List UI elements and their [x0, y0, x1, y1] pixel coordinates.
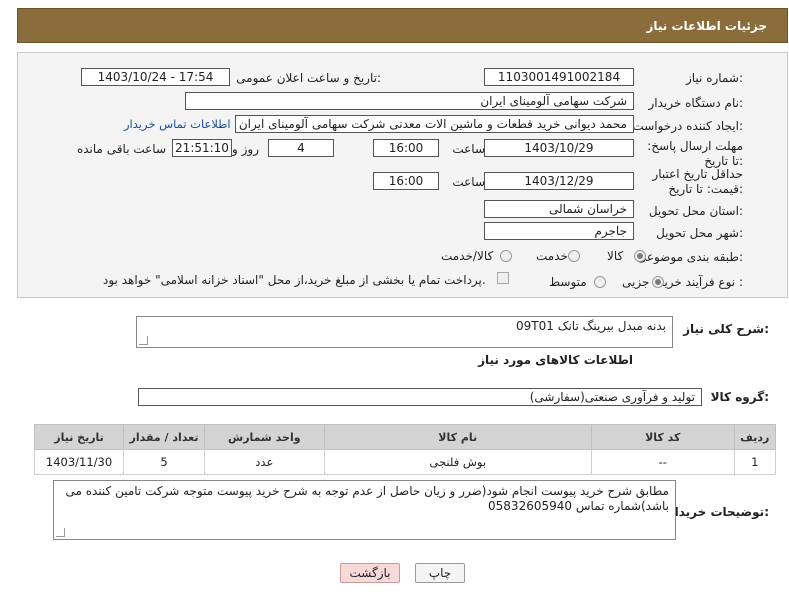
buyer-org-field: شرکت سهامی آلومینای ایران	[185, 92, 634, 110]
buyer-notes-textarea[interactable]: مطابق شرح خرید پیوست انجام شود(ضرر و زیا…	[53, 480, 676, 540]
remaining-label: ساعت باقی مانده	[76, 142, 166, 156]
days-field: 4	[268, 139, 334, 157]
goods-group-field: تولید و فرآوری صنعتی(سفارشی)	[138, 388, 702, 406]
buyer-notes-text: مطابق شرح خرید پیوست انجام شود(ضرر و زیا…	[65, 484, 669, 513]
need-number-label: شماره نیاز:	[685, 71, 743, 85]
description-textarea[interactable]: بدنه مبدل بیرینگ تانک 09T01	[136, 316, 673, 348]
province-label: استان محل تحویل:	[648, 204, 743, 218]
province-field: خراسان شمالی	[484, 200, 634, 218]
announce-field: 1403/10/24 - 17:54	[81, 68, 230, 86]
city-field: جاجرم	[484, 222, 634, 240]
category-option-goods: کالا	[607, 249, 624, 263]
category-label: طبقه بندی موضوعی:	[636, 250, 743, 264]
col-header-date: تاریخ نیاز	[33, 424, 125, 450]
back-button[interactable]: بازگشت	[340, 563, 400, 583]
goods-table: تاریخ نیاز تعداد / مقدار واحد شمارش نام …	[33, 424, 777, 475]
table-row: 1403/11/30 5 عدد بوش فلنجی -- 1	[33, 449, 777, 475]
days-label: روز و	[232, 142, 259, 156]
col-header-unit: واحد شمارش	[204, 424, 325, 450]
print-button[interactable]: چاپ	[415, 563, 465, 583]
cell-row: 1	[733, 449, 777, 475]
process-option-minor: جزیی	[622, 275, 650, 289]
announce-label: تاریخ و ساعت اعلان عمومی:	[236, 71, 381, 85]
buyer-org-label: نام دستگاه خریدار:	[648, 96, 744, 110]
page-title-bar: جزئیات اطلاعات نیاز	[17, 8, 788, 43]
treasury-payment-checkbox[interactable]	[497, 272, 509, 284]
price-time-label: ساعت	[452, 175, 485, 189]
category-option-goods-service: کالا/خدمت	[441, 249, 494, 263]
reply-time-field: 16:00	[373, 139, 439, 157]
creator-field: محمد دیوانی خرید قطعات و ماشین الات معدن…	[235, 115, 634, 133]
remaining-time-field: 21:51:10	[172, 139, 232, 157]
price-time-field: 16:00	[373, 172, 439, 190]
price-date-field: 1403/12/29	[484, 172, 634, 190]
cell-quantity: 5	[123, 449, 206, 475]
resize-grip-icon[interactable]	[56, 528, 65, 537]
reply-date-field: 1403/10/29	[484, 139, 634, 157]
col-header-row: ردیف	[733, 424, 777, 450]
reply-time-label: ساعت	[452, 142, 485, 156]
cell-goods-code: --	[590, 449, 735, 475]
category-radio-service[interactable]	[568, 250, 580, 262]
page-title: جزئیات اطلاعات نیاز	[646, 18, 767, 33]
category-radio-goods[interactable]	[634, 250, 646, 262]
treasury-payment-note: پرداخت تمام یا بخشی از مبلغ خرید،از محل …	[103, 273, 486, 287]
cell-date: 1403/11/30	[33, 449, 125, 475]
resize-grip-icon[interactable]	[139, 336, 148, 345]
col-header-goods-name: نام کالا	[323, 424, 592, 450]
buyer-notes-label: توضیحات خریدار:	[667, 505, 769, 519]
goods-group-label: گروه کالا:	[710, 390, 769, 404]
cell-goods-name: بوش فلنجی	[323, 449, 592, 475]
table-header-row: تاریخ نیاز تعداد / مقدار واحد شمارش نام …	[33, 424, 777, 450]
category-radio-goods-service[interactable]	[500, 250, 512, 262]
process-radio-medium[interactable]	[594, 276, 606, 288]
col-header-goods-code: کد کالا	[590, 424, 735, 450]
creator-label: ایجاد کننده درخواست:	[632, 119, 743, 133]
process-label: نوع فرآیند خرید :	[658, 275, 743, 289]
description-label: شرح کلی نیاز:	[683, 322, 769, 336]
col-header-quantity: تعداد / مقدار	[123, 424, 206, 450]
need-number-field: 1103001491002184	[484, 68, 634, 86]
description-text: بدنه مبدل بیرینگ تانک 09T01	[516, 319, 666, 333]
price-validity-label: حداقل تاریخ اعتبار قیمت: تا تاریخ:	[652, 167, 743, 196]
buyer-contact-link[interactable]: اطلاعات تماس خریدار	[124, 117, 231, 131]
reply-deadline-label: مهلت ارسال پاسخ: تا تاریخ:	[647, 139, 743, 168]
city-label: شهر محل تحویل:	[656, 226, 743, 240]
category-option-service: خدمت	[536, 249, 568, 263]
goods-info-title: اطلاعات کالاهای مورد نیاز	[478, 353, 633, 367]
process-option-medium: متوسط	[549, 275, 587, 289]
process-radio-minor[interactable]	[652, 276, 664, 288]
cell-unit: عدد	[204, 449, 325, 475]
